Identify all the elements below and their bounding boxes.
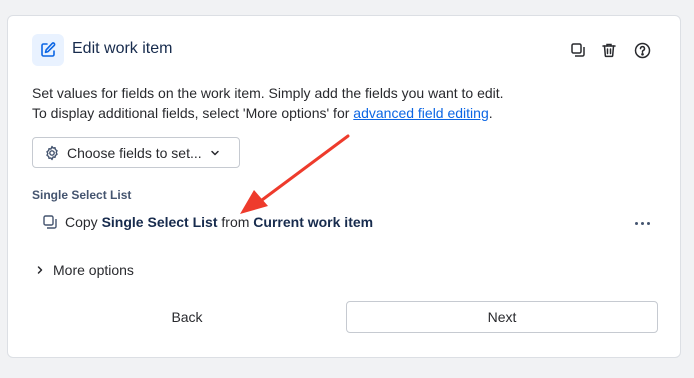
trash-icon: [601, 42, 617, 58]
copy-icon: [42, 214, 58, 230]
description: Set values for fields on the work item. …: [32, 83, 504, 123]
action-verb: Copy: [65, 214, 98, 230]
more-options-label: More options: [53, 262, 134, 278]
more-dot: [646, 221, 650, 225]
description-line-1: Set values for fields on the work item. …: [32, 85, 504, 101]
gear-icon: [44, 145, 60, 161]
help-button[interactable]: [631, 39, 653, 61]
next-button[interactable]: Next: [346, 301, 658, 333]
edit-work-item-panel: Edit work item Set values for fields on …: [7, 15, 681, 358]
page-title: Edit work item: [72, 40, 173, 57]
chevron-right-icon: [34, 264, 46, 276]
advanced-field-editing-link[interactable]: advanced field editing: [353, 105, 488, 121]
more-actions-button[interactable]: [630, 214, 654, 232]
description-line-2: To display additional fields, select 'Mo…: [32, 103, 504, 123]
description-line-2-prefix: To display additional fields, select 'Mo…: [32, 105, 354, 121]
edit-icon: [32, 34, 64, 66]
help-icon: [634, 42, 651, 59]
chevron-down-icon: [209, 147, 221, 159]
field-action-row[interactable]: Copy Single Select List from Current wor…: [42, 214, 373, 230]
more-dot: [634, 221, 638, 225]
field-action-text: Copy Single Select List from Current wor…: [65, 214, 373, 230]
copy-button[interactable]: [567, 39, 589, 61]
more-dot: [640, 221, 644, 225]
copy-icon: [570, 42, 586, 58]
action-preposition: from: [221, 214, 250, 230]
field-section-label: Single Select List: [32, 188, 132, 202]
description-line-2-suffix: .: [488, 105, 493, 121]
action-source: Current work item: [253, 214, 374, 230]
more-options-toggle[interactable]: More options: [34, 262, 134, 278]
back-button[interactable]: Back: [32, 301, 342, 333]
action-field: Single Select List: [101, 214, 218, 230]
choose-fields-label: Choose fields to set...: [67, 144, 202, 161]
delete-button[interactable]: [598, 39, 620, 61]
choose-fields-dropdown[interactable]: Choose fields to set...: [32, 137, 240, 168]
